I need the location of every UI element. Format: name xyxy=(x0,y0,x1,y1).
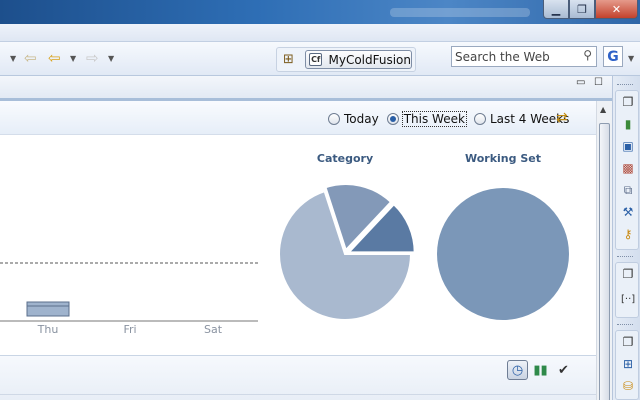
x-tick-label: Fri xyxy=(123,323,136,336)
minimize-icon: ▁ xyxy=(551,2,561,16)
search-engine-dropdown-icon[interactable]: ▼ xyxy=(628,54,634,63)
brackets-icon[interactable]: [··] xyxy=(621,293,635,307)
x-tick-label: Sat xyxy=(204,323,223,336)
range-this-week-label: This Week xyxy=(401,111,467,127)
dock-group-outline: ❐ [··] xyxy=(615,262,639,318)
x-tick-label: Thu xyxy=(37,323,59,336)
back-dropdown-icon[interactable]: ▼ xyxy=(70,54,76,63)
scroll-up-icon[interactable]: ▲ xyxy=(600,105,606,114)
view-tab-bar: ▭ ☐ xyxy=(0,76,612,98)
dock-grip[interactable] xyxy=(617,324,633,326)
time-range-selector: Today This Week Last 4 Weeks xyxy=(328,110,577,128)
view-header: Today This Week Last 4 Weeks ⇄ xyxy=(0,101,596,135)
right-trim-dock: ❐ ▮ ▣ ▩ ⧉ ⚒ ⚷ ❐ [··] ❐ ⊞ ⛁ xyxy=(612,76,640,400)
forward-dropdown-icon[interactable]: ▼ xyxy=(108,54,114,63)
monitor-icon[interactable]: ▣ xyxy=(621,139,635,153)
bottom-divider xyxy=(0,394,596,395)
perspective-label: MyColdFusion xyxy=(328,52,411,67)
wrench-icon[interactable]: ⚒ xyxy=(621,205,635,219)
dock-grip[interactable] xyxy=(617,256,633,258)
maximize-view-icon[interactable]: ☐ xyxy=(594,78,605,89)
bar-chart: Thu Fri Sat xyxy=(0,262,258,336)
chart-toggle-button[interactable]: ▮▮ xyxy=(530,360,551,380)
check-button[interactable]: ✔ xyxy=(553,360,574,380)
category-pie-title: Category xyxy=(316,152,374,165)
window-title-blurred xyxy=(390,8,530,17)
bottom-pane: ◷ ▮▮ ✔ xyxy=(0,355,596,400)
range-today-label: Today xyxy=(344,112,379,126)
perspective-button[interactable]: Cf MyColdFusion xyxy=(305,50,412,69)
dock-grip[interactable] xyxy=(617,84,633,86)
back-arrow-icon[interactable]: ⇦ xyxy=(48,51,61,66)
timeline-toggle-button[interactable]: ◷ xyxy=(507,360,528,380)
open-perspective-icon[interactable]: ⊞ xyxy=(283,52,294,67)
minimize-button[interactable]: ▁ xyxy=(543,0,569,19)
coldfusion-icon: Cf xyxy=(309,53,323,66)
bar-chart-icon: ▮▮ xyxy=(533,362,548,378)
maximize-button[interactable]: ❐ xyxy=(569,0,595,19)
web-search-box: ⚲ xyxy=(451,46,597,67)
battery-icon[interactable]: ▮ xyxy=(621,117,635,131)
menu-bar xyxy=(0,24,640,42)
minimize-view-icon[interactable]: ▭ xyxy=(576,78,587,89)
working-set-pie-title: Working Set xyxy=(465,152,541,165)
window-title-bar: ▁ ❐ ✕ xyxy=(0,0,640,24)
dropdown-arrow-icon[interactable]: ▼ xyxy=(10,54,16,63)
close-button[interactable]: ✕ xyxy=(595,0,638,19)
radio-dot[interactable] xyxy=(473,113,486,125)
working-set-pie-chart xyxy=(437,188,569,320)
web-search-input[interactable] xyxy=(455,49,575,64)
radio-dot[interactable] xyxy=(328,113,340,125)
pie-slice xyxy=(437,188,569,320)
range-today-radio[interactable]: Today xyxy=(328,112,379,126)
chart-area: Thu Fri Sat Category Working Set xyxy=(0,136,596,356)
clock-icon: ◷ xyxy=(511,362,524,378)
perspective-switcher: ⊞ Cf MyColdFusion xyxy=(276,47,416,72)
range-this-week-radio[interactable]: This Week xyxy=(386,111,467,127)
key-icon[interactable]: ⚷ xyxy=(621,227,635,241)
category-pie-chart xyxy=(278,183,416,321)
refresh-icon[interactable]: ⇄ xyxy=(556,110,568,126)
radio-dot[interactable] xyxy=(386,113,399,125)
restore-views-icon[interactable]: ❐ xyxy=(621,267,635,281)
search-engine-button[interactable]: G xyxy=(603,46,623,67)
bar-thu xyxy=(26,301,70,317)
image-icon[interactable]: ▩ xyxy=(621,161,635,175)
dock-group-views: ❐ ▮ ▣ ▩ ⧉ ⚒ ⚷ xyxy=(615,90,639,250)
database-icon[interactable]: ⛁ xyxy=(621,379,635,393)
checkmark-icon: ✔ xyxy=(558,362,569,378)
main-toolbar: ▼ ⇦ ⇦ ▼ ⇨ ▼ ⊞ Cf MyColdFusion ⚲ G ▼ xyxy=(0,42,640,76)
window-controls: ▁ ❐ ✕ xyxy=(543,0,638,20)
tree-icon[interactable]: ⊞ xyxy=(621,357,635,371)
back-history-icon[interactable]: ⇦ xyxy=(24,51,37,66)
search-icon[interactable]: ⚲ xyxy=(583,48,592,62)
vertical-scrollbar[interactable]: ▲ xyxy=(596,101,612,400)
stats-view: Today This Week Last 4 Weeks ⇄ Thu Fri Sat… xyxy=(0,98,612,400)
close-icon: ✕ xyxy=(611,2,622,16)
dock-group-data: ❐ ⊞ ⛁ xyxy=(615,330,639,400)
scroll-thumb[interactable] xyxy=(599,123,610,400)
windows-icon[interactable]: ⧉ xyxy=(621,183,635,197)
restore-views-icon[interactable]: ❐ xyxy=(621,335,635,349)
forward-arrow-icon[interactable]: ⇨ xyxy=(86,51,99,66)
restore-icon: ❐ xyxy=(577,2,587,16)
restore-views-icon[interactable]: ❐ xyxy=(621,95,635,109)
